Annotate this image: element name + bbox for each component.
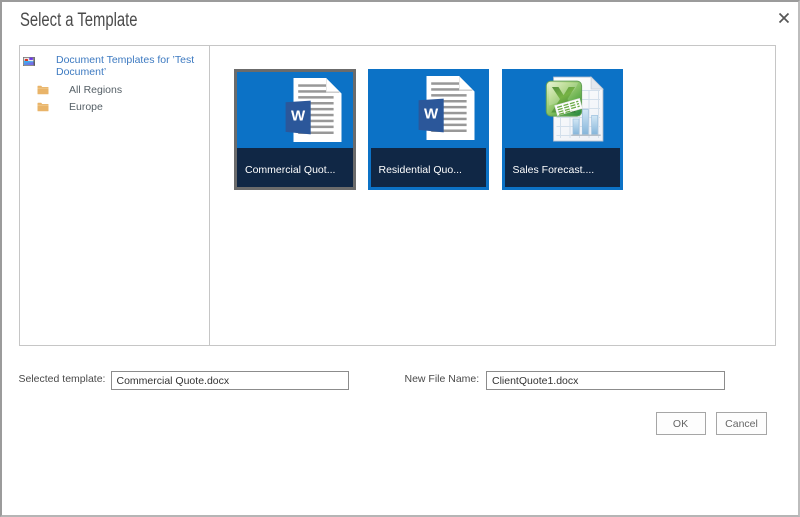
svg-text:W: W	[424, 105, 439, 122]
svg-text:W: W	[291, 107, 306, 124]
